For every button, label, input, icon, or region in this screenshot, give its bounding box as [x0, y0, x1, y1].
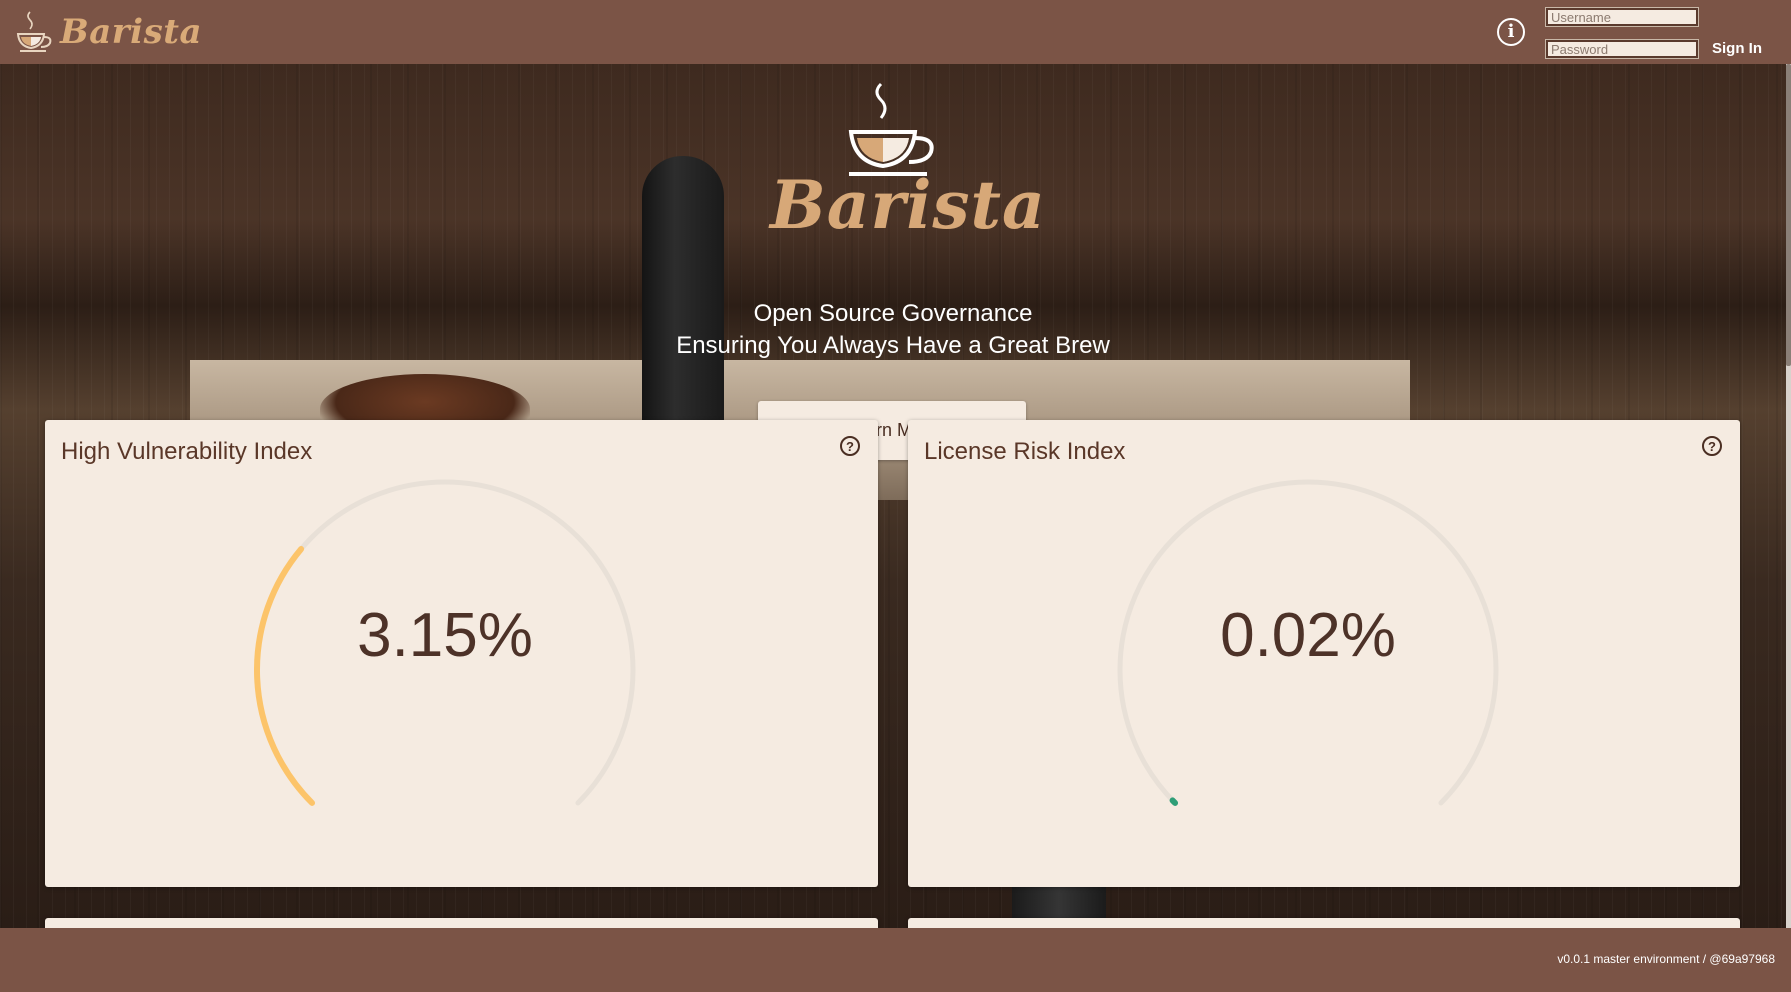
- hero-logo: Barista: [770, 82, 1046, 244]
- hero-brand-name: Barista: [770, 166, 1046, 244]
- gauge-fill: [1169, 797, 1179, 806]
- next-card-left: [45, 918, 878, 928]
- info-icon[interactable]: i: [1497, 18, 1525, 46]
- brand-logo[interactable]: Barista: [16, 8, 202, 56]
- version-info: v0.0.1 master environment / @69a97968: [1557, 952, 1775, 966]
- high-vulnerability-card: High Vulnerability Index ? 3.15%: [45, 420, 878, 887]
- gauge-value: 3.15%: [357, 601, 533, 670]
- username-input[interactable]: [1545, 7, 1699, 27]
- gauge-fill: [254, 546, 316, 806]
- top-bar: Barista i Sign In: [0, 0, 1791, 64]
- tagline-primary: Open Source Governance: [753, 300, 1033, 327]
- next-card-right: [908, 918, 1740, 928]
- sign-in-button[interactable]: Sign In: [1712, 40, 1762, 57]
- gauge-value: 0.02%: [1220, 601, 1396, 670]
- hero-section: Barista Open Source Governance Ensuring …: [0, 64, 1786, 928]
- scrollbar-thumb[interactable]: [1786, 64, 1791, 366]
- tagline-secondary: Ensuring You Always Have a Great Brew: [676, 332, 1110, 359]
- password-input[interactable]: [1545, 39, 1699, 59]
- brand-name: Barista: [60, 12, 202, 52]
- coffee-cup-icon: [848, 82, 934, 176]
- license-risk-card: License Risk Index ? 0.02%: [908, 420, 1740, 887]
- footer: v0.0.1 master environment / @69a97968: [0, 928, 1791, 992]
- coffee-cup-icon: [16, 11, 52, 52]
